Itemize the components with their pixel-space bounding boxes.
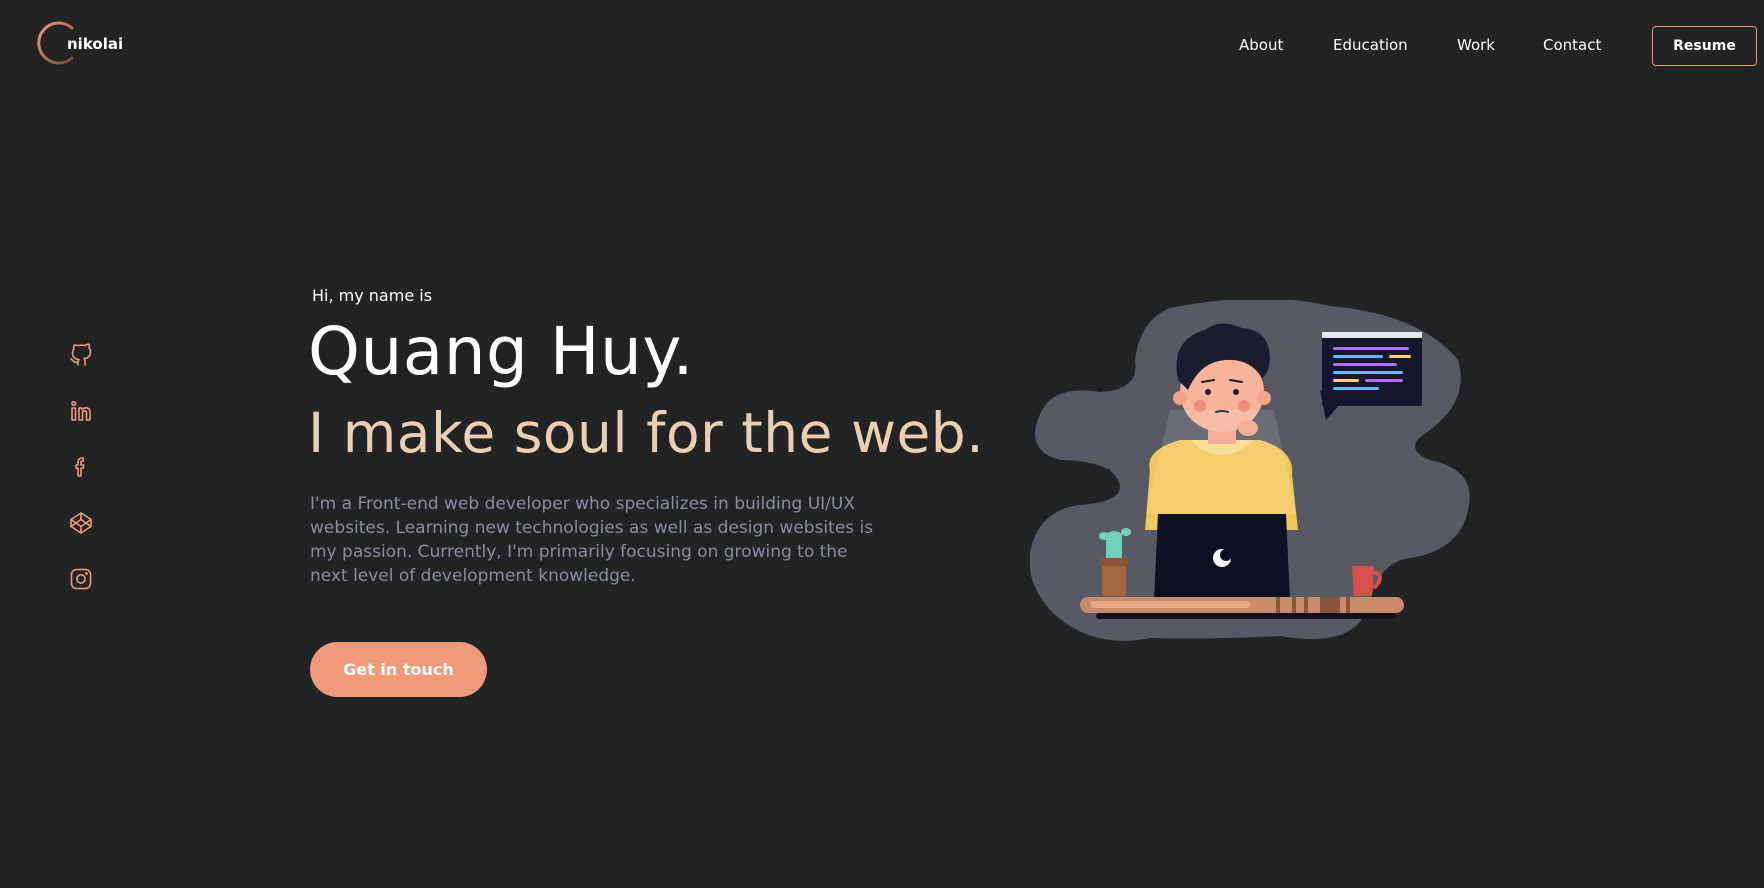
facebook-icon [75, 457, 85, 477]
screen-glow [1146, 410, 1296, 514]
portfolio-page: nikolai About Education Work Contact Res… [0, 0, 1764, 888]
nav-contact[interactable]: Contact [1543, 36, 1601, 54]
get-in-touch-button[interactable]: Get in touch [310, 642, 487, 697]
logo-text: nikolai [67, 35, 124, 53]
nav-education[interactable]: Education [1333, 36, 1408, 54]
hero-tagline: I make soul for the web. [308, 401, 985, 465]
instagram-icon [70, 568, 92, 590]
hero-greeting: Hi, my name is [312, 286, 433, 305]
github-icon [70, 343, 92, 366]
hero-bio: I'm a Front-end web developer who specia… [310, 494, 874, 586]
resume-button[interactable]: Resume [1652, 26, 1757, 66]
nav-work[interactable]: Work [1457, 36, 1495, 54]
facebook-link[interactable] [66, 452, 96, 482]
codepen-link[interactable] [66, 508, 96, 538]
github-link[interactable] [66, 340, 96, 370]
instagram-link[interactable] [66, 564, 96, 594]
linkedin-icon [71, 400, 91, 421]
hero-name: Quang Huy. [308, 313, 695, 390]
developer-illustration [1030, 300, 1470, 641]
logo-link[interactable]: nikolai [36, 20, 124, 65]
codepen-icon [70, 512, 92, 534]
linkedin-link[interactable] [66, 396, 96, 426]
nav-about[interactable]: About [1239, 36, 1283, 54]
